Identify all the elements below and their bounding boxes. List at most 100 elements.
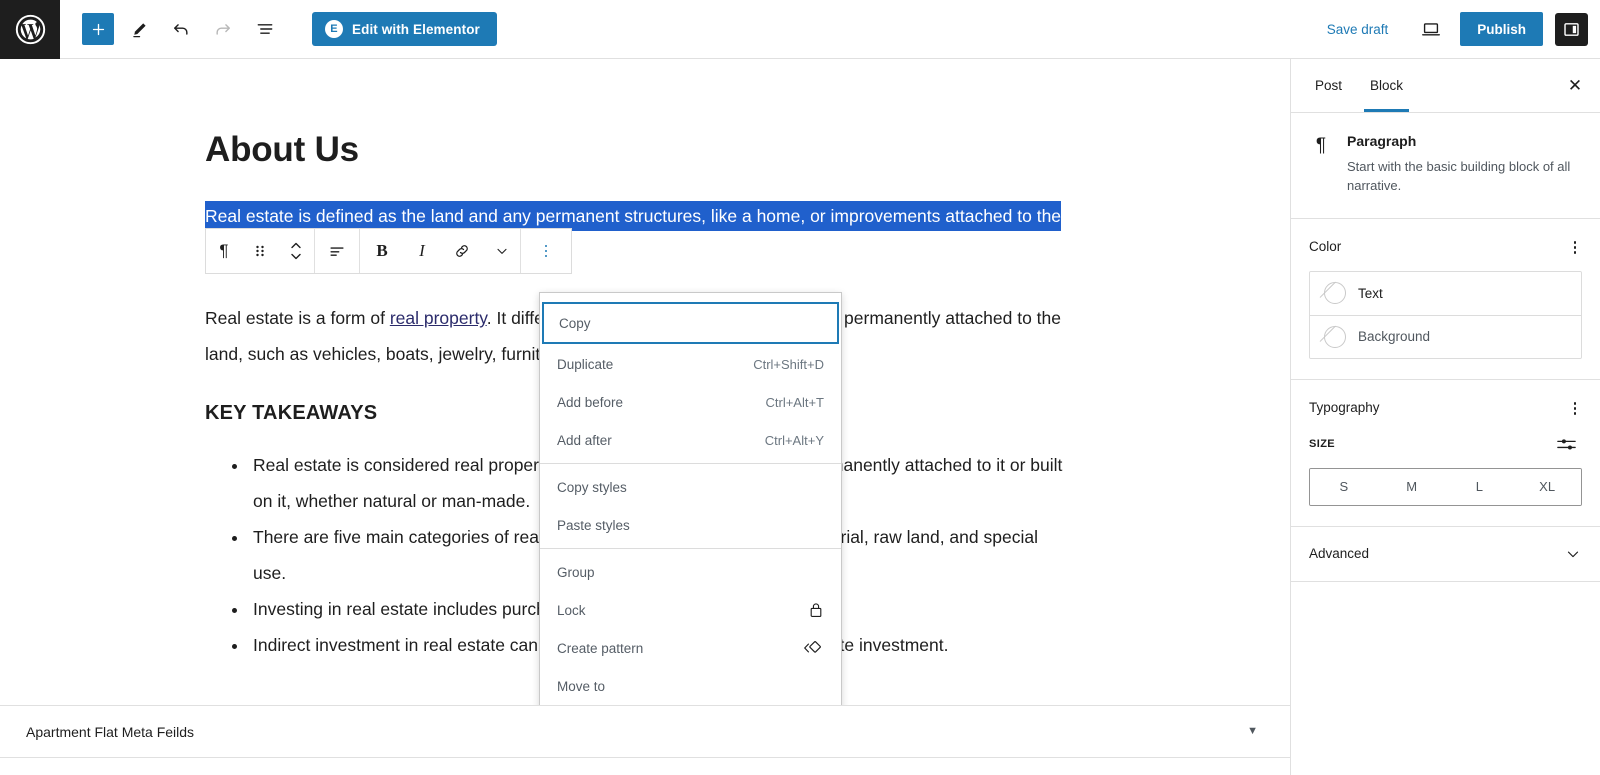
more-rich-text-controls-button[interactable] (484, 229, 520, 273)
chevron-down-icon (291, 253, 301, 260)
block-toolbar: ¶ B I (205, 228, 572, 274)
context-menu-item-label: Paste styles (557, 517, 630, 533)
advanced-section-toggle[interactable]: Advanced (1291, 527, 1600, 582)
chevron-down-icon (497, 248, 507, 254)
top-bar-right-tools: Save draft Publish (1313, 0, 1600, 59)
context-menu-item-duplicate[interactable]: Duplicate Ctrl+Shift+D (540, 345, 841, 383)
color-section-title: Color (1309, 239, 1342, 255)
laptop-preview-icon (1422, 23, 1441, 36)
typography-section-actions (1568, 397, 1583, 419)
settings-sidebar: Post Block ✕ ¶ Paragraph Start with the … (1290, 59, 1600, 775)
drag-block-handle[interactable] (242, 229, 278, 273)
context-menu-item-move-to[interactable]: Move to (540, 667, 841, 705)
block-type-paragraph-button[interactable]: ¶ (206, 229, 242, 273)
none-swatch-icon (1324, 282, 1346, 305)
font-size-option-xl[interactable]: XL (1513, 468, 1581, 505)
color-row-label: Background (1358, 329, 1431, 345)
context-menu-item-create-pattern[interactable]: Create pattern (540, 629, 841, 667)
publish-button[interactable]: Publish (1460, 12, 1543, 46)
typography-section-title: Typography (1309, 400, 1380, 416)
add-block-button[interactable] (82, 13, 114, 45)
undo-icon (174, 24, 188, 35)
typography-section-header: Typography (1309, 397, 1582, 419)
context-menu-item-label: Copy (559, 315, 591, 331)
context-menu-item-copy-styles[interactable]: Copy styles (540, 468, 841, 506)
font-size-settings-button[interactable] (1551, 432, 1582, 456)
context-menu-item-shortcut: Ctrl+Shift+D (753, 356, 824, 372)
pencil-icon (132, 22, 146, 37)
real-property-link[interactable]: real property (390, 308, 487, 328)
context-menu-item-label: Group (557, 564, 595, 580)
context-menu-section: Group Lock Create pattern Move to (540, 548, 841, 705)
preview-button[interactable] (1412, 12, 1450, 46)
undo-button[interactable] (164, 12, 198, 46)
context-menu-section: Copy Duplicate Ctrl+Shift+D Add before C… (540, 297, 841, 463)
paragraph-pilcrow-icon: ¶ (1315, 135, 1327, 156)
font-size-option-m[interactable]: M (1377, 468, 1446, 505)
none-swatch-icon (1324, 325, 1346, 348)
move-block-up-down-button[interactable] (278, 229, 314, 273)
metabox-toggle-button[interactable]: ▼ (1241, 720, 1264, 743)
plus-icon (92, 23, 104, 35)
context-menu-item-lock[interactable]: Lock (540, 591, 841, 629)
context-menu-item-paste-styles[interactable]: Paste styles (540, 506, 841, 544)
context-menu-item-add-before[interactable]: Add before Ctrl+Alt+T (540, 383, 841, 421)
metabox-title: Apartment Flat Meta Feilds (26, 723, 195, 740)
redo-button[interactable] (206, 12, 240, 46)
page-title[interactable]: About Us (205, 130, 1075, 170)
typography-options-button[interactable] (1568, 397, 1583, 419)
save-draft-button[interactable]: Save draft (1313, 16, 1403, 43)
chevron-down-icon (1564, 545, 1582, 563)
chevron-up-icon (291, 242, 301, 249)
block-options-button[interactable] (521, 229, 571, 273)
drag-handle-icon (256, 245, 264, 257)
font-size-toggle-group: S M L XL (1309, 467, 1582, 506)
editor-top-bar: E Edit with Elementor Save draft Publish (0, 0, 1600, 59)
edit-with-elementor-label: Edit with Elementor (352, 21, 480, 37)
context-menu-item-label: Add before (557, 394, 624, 410)
block-toolbar-group-options (521, 229, 571, 273)
font-size-option-s[interactable]: S (1310, 468, 1378, 505)
lock-icon (808, 601, 824, 619)
font-size-option-l[interactable]: L (1445, 468, 1514, 505)
elementor-badge-icon: E (325, 20, 343, 38)
typography-section: Typography SIZE S M L XL (1291, 380, 1600, 527)
close-sidebar-button[interactable]: ✕ (1556, 67, 1594, 105)
settings-sidebar-toggle-button[interactable] (1555, 12, 1588, 46)
italic-button[interactable]: I (404, 229, 440, 273)
bold-button[interactable]: B (360, 229, 404, 273)
context-menu-item-group[interactable]: Group (540, 553, 841, 591)
context-menu-item-add-after[interactable]: Add after Ctrl+Alt+Y (540, 421, 841, 459)
sidebar-tabs: Post Block ✕ (1291, 59, 1600, 113)
link-icon (456, 245, 468, 257)
block-options-context-menu: Copy Duplicate Ctrl+Shift+D Add before C… (539, 292, 842, 705)
link-button[interactable] (440, 229, 484, 273)
close-icon: ✕ (1567, 75, 1583, 95)
context-menu-item-copy[interactable]: Copy (542, 302, 839, 344)
triangle-down-icon: ▼ (1247, 725, 1258, 737)
redo-icon (216, 24, 230, 35)
context-menu-item-label: Move to (557, 678, 606, 694)
context-menu-item-label: Create pattern (557, 640, 644, 656)
wordpress-logo-button[interactable] (0, 0, 60, 59)
sidebar-panel-icon (1564, 22, 1579, 36)
color-options-button[interactable] (1568, 236, 1583, 258)
vertical-dots-icon (1573, 402, 1576, 415)
tab-block[interactable]: Block (1356, 59, 1417, 112)
color-row-text[interactable]: Text (1310, 271, 1581, 315)
advanced-section-title: Advanced (1309, 546, 1370, 562)
color-section: Color Text Background (1291, 219, 1600, 380)
block-info-card: ¶ Paragraph Start with the basic buildin… (1291, 113, 1600, 219)
tab-post[interactable]: Post (1301, 59, 1356, 112)
text-align-button[interactable] (315, 229, 359, 273)
tools-pencil-button[interactable] (122, 12, 156, 46)
context-menu-item-shortcut: Ctrl+Alt+Y (764, 432, 824, 448)
list-view-button[interactable] (248, 12, 282, 46)
color-row-background[interactable]: Background (1310, 314, 1581, 358)
wordpress-logo-icon (15, 14, 46, 45)
paragraph-2-text-before-link: Real estate is a form of (205, 308, 390, 329)
edit-with-elementor-button[interactable]: E Edit with Elementor (312, 12, 497, 46)
pattern-diamond-icon (802, 639, 824, 657)
metabox-apartment-flat-meta-fields[interactable]: Apartment Flat Meta Feilds ▼ (0, 706, 1290, 758)
vertical-dots-icon (544, 244, 548, 258)
